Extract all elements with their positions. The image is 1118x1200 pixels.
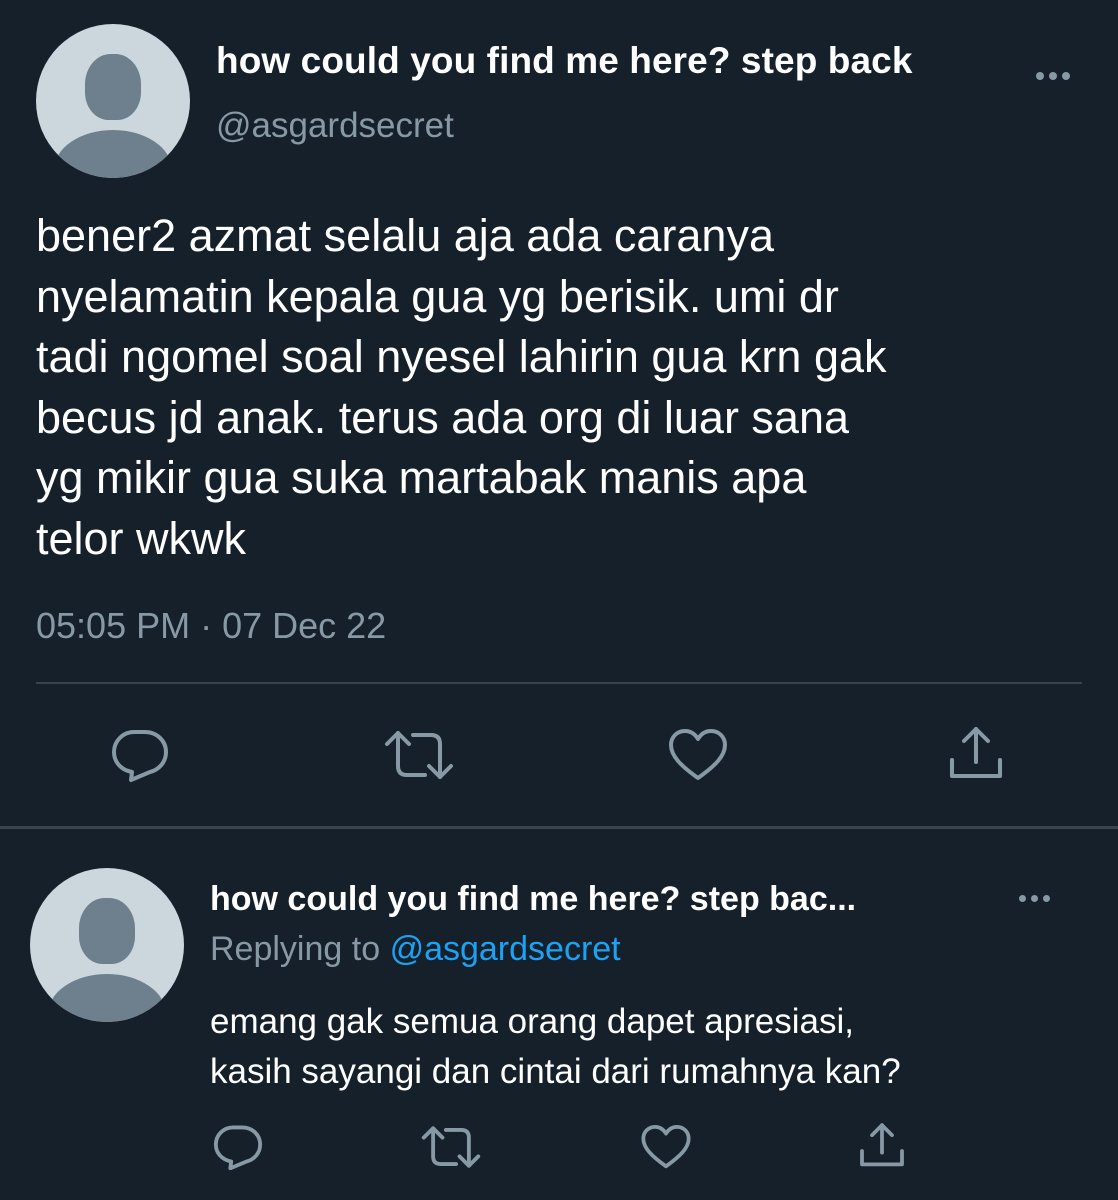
avatar[interactable] [36,24,190,178]
reply-icon[interactable] [213,1124,263,1170]
avatar-body [54,130,172,178]
reply-text: emang gak semua orang dapet apresiasi, k… [210,1002,901,1091]
retweet-icon[interactable] [420,1124,482,1170]
divider [36,682,1082,684]
reply-icon[interactable] [111,728,169,782]
tweet-detail-screen: how could you find me here? step back @a… [0,0,1118,1200]
replying-to-line: Replying to @asgardsecret [210,930,621,969]
share-icon[interactable] [857,1122,907,1170]
display-name[interactable]: how could you find me here? step back [216,40,913,82]
reply-avatar[interactable] [30,868,184,1022]
tweet-timestamp[interactable]: 05:05 PM · 07 Dec 22 [36,605,386,647]
avatar-head [79,898,135,964]
replying-prefix: Replying to [210,930,381,968]
replying-to-mention[interactable]: @asgardsecret [390,930,621,968]
like-icon[interactable] [667,728,729,782]
retweet-icon[interactable] [383,728,455,782]
tweet-text: bener2 azmat selalu aja ada caranya nyel… [36,210,887,564]
avatar-head [85,54,141,120]
user-handle[interactable]: @asgardsecret [216,106,454,146]
share-icon[interactable] [946,726,1006,782]
main-tweet: how could you find me here? step back @a… [0,0,1118,828]
like-icon[interactable] [640,1124,692,1170]
section-divider [0,826,1118,829]
more-options-icon[interactable] [1036,72,1070,80]
avatar-body [48,974,166,1022]
reply-more-options-icon[interactable] [1019,895,1050,902]
reply-display-name[interactable]: how could you find me here? step bac... [210,880,856,919]
